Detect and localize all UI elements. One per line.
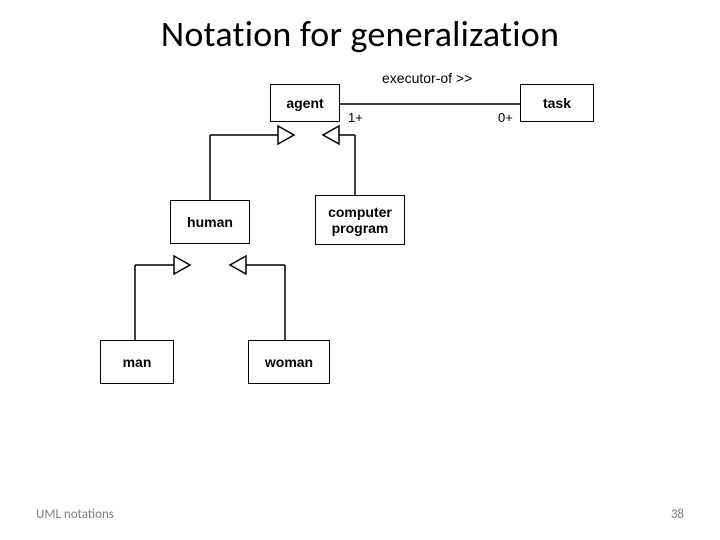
page-number: 38 (671, 507, 684, 522)
class-box-computer-program: computer program (315, 195, 405, 245)
class-box-task: task (520, 84, 594, 122)
association-label: executor-of >> (382, 70, 472, 86)
class-box-woman: woman (248, 340, 330, 384)
slide: Notation for generalization agent task (0, 0, 720, 540)
uml-diagram: agent task executor-of >> 1+ 0+ human co… (80, 70, 640, 430)
class-box-agent: agent (270, 84, 340, 122)
class-box-man: man (100, 340, 174, 384)
multiplicity-right: 0+ (498, 110, 513, 125)
footer-left-text: UML notations (36, 507, 114, 522)
multiplicity-left: 1+ (348, 110, 363, 125)
slide-title: Notation for generalization (0, 12, 720, 56)
class-box-human: human (170, 200, 250, 244)
